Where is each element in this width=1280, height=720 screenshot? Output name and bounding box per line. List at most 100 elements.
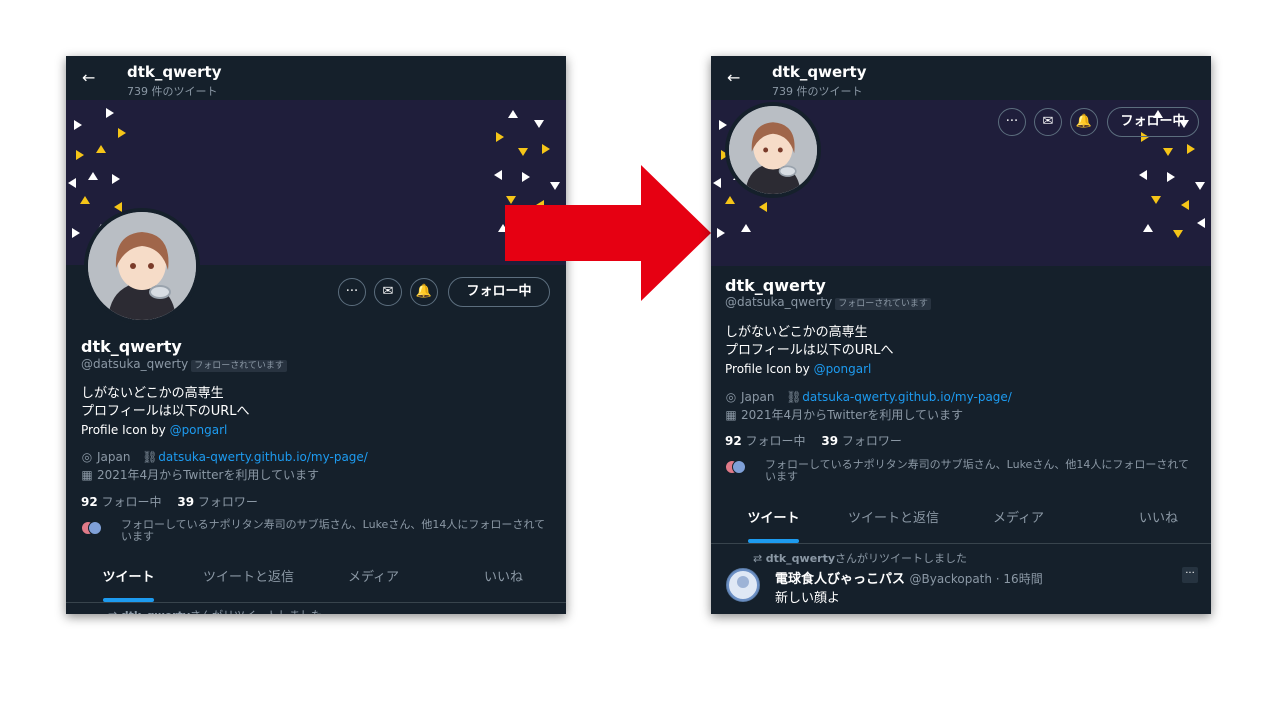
tweet-author-avatar[interactable] <box>724 566 762 604</box>
banner-triangle <box>112 174 120 184</box>
tab-media[interactable]: メディア <box>956 497 1081 543</box>
profile-name: dtk_qwerty <box>725 276 826 295</box>
followed-by-text[interactable]: フォローしているナポリタン寿司のサブ垢さん、Lukeさん、他14人にフォローされ… <box>121 519 551 543</box>
message-button[interactable]: ✉ <box>374 278 402 306</box>
banner-triangle <box>72 228 80 238</box>
banner-triangle <box>118 128 126 138</box>
more-options-button[interactable]: ··· <box>998 108 1026 136</box>
bio-mention-link[interactable]: @pongarl <box>170 423 228 437</box>
banner-triangle <box>741 224 751 232</box>
banner-triangle <box>725 196 735 204</box>
avatar[interactable] <box>725 102 821 198</box>
top-bar: ← dtk_qwerty 739 件のツイート <box>66 56 566 100</box>
banner-triangle <box>74 120 82 130</box>
following-link[interactable]: フォロー中 <box>102 495 162 509</box>
back-arrow-icon[interactable]: ← <box>82 68 95 87</box>
banner-triangle <box>68 178 76 188</box>
banner-triangle <box>114 202 122 212</box>
profile-name: dtk_qwerty <box>81 337 182 356</box>
tab-likes[interactable]: いいね <box>1096 497 1211 543</box>
tweet-count: 739 件のツイート <box>127 85 218 98</box>
banner-triangle <box>1181 200 1189 210</box>
back-arrow-icon[interactable]: ← <box>727 68 740 87</box>
location-icon: ◎ <box>81 450 93 464</box>
follows-you-badge: フォローされています <box>191 360 287 372</box>
location-icon: ◎ <box>725 390 737 404</box>
top-bar: ← dtk_qwerty 739 件のツイート <box>711 56 1211 100</box>
profile-screenshot-before: ← dtk_qwerty 739 件のツイート ··· ✉ 🔔 フォロー中 dt… <box>66 56 566 614</box>
profile-screenshot-after: ← dtk_qwerty 739 件のツイート ··· ✉ 🔔 フォロー中 dt… <box>711 56 1211 614</box>
followers-link[interactable]: フォロワー <box>842 434 902 448</box>
retweet-indicator: ⇄ dtk_qwertyさんがリツイートしました <box>753 552 968 565</box>
header-name: dtk_qwerty <box>772 63 867 81</box>
banner-triangle <box>1173 230 1183 238</box>
link-icon: ⛓ <box>142 450 158 464</box>
notification-bell-icon[interactable]: 🔔 <box>410 278 438 306</box>
following-button[interactable]: フォロー中 <box>1107 107 1199 137</box>
banner-triangle <box>496 132 504 142</box>
profile-meta: ◎ Japan ⛓datsuka-qwerty.github.io/my-page… <box>81 450 368 482</box>
banner-triangle <box>713 178 721 188</box>
profile-url-link[interactable]: datsuka-qwerty.github.io/my-page/ <box>158 450 368 464</box>
profile-tabs: ツイート ツイートと返信 メディア いいね <box>66 556 566 603</box>
profile-handle: @datsuka_qwerty フォローされています <box>81 357 287 372</box>
banner-triangle <box>508 110 518 118</box>
tweet-more-button[interactable]: ··· <box>1182 567 1198 583</box>
banner-triangle <box>1163 148 1173 156</box>
follower-avatar <box>88 521 102 535</box>
more-options-button[interactable]: ··· <box>338 278 366 306</box>
retweet-icon: ⇄ <box>753 552 763 565</box>
tweet-meta: @Byackopath · 16時間 <box>909 572 1043 586</box>
tweet-text: 新しい顔よ <box>775 591 841 606</box>
banner-triangle <box>1187 144 1195 154</box>
banner-triangle <box>1195 182 1205 190</box>
notification-bell-icon[interactable]: 🔔 <box>1070 108 1098 136</box>
message-button[interactable]: ✉ <box>1034 108 1062 136</box>
followers-link[interactable]: フォロワー <box>198 495 258 509</box>
tab-likes[interactable]: いいね <box>441 556 566 602</box>
profile-handle: @datsuka_qwerty フォローされています <box>725 295 931 310</box>
banner-triangle <box>1151 196 1161 204</box>
calendar-icon: ▦ <box>725 408 737 422</box>
followed-by-text[interactable]: フォローしているナポリタン寿司のサブ垢さん、Lukeさん、他14人にフォローされ… <box>765 459 1195 483</box>
following-button[interactable]: フォロー中 <box>448 277 550 307</box>
banner-triangle <box>1139 170 1147 180</box>
avatar[interactable] <box>84 208 200 324</box>
profile-meta: ◎ Japan ⛓datsuka-qwerty.github.io/my-page… <box>725 390 1012 422</box>
follower-avatar <box>732 460 746 474</box>
header-name: dtk_qwerty <box>127 63 222 81</box>
profile-tabs: ツイート ツイートと返信 メディア いいね <box>711 497 1211 544</box>
follows-you-badge: フォローされています <box>835 298 931 310</box>
follow-stats: 92 フォロー中 39 フォロワー <box>81 495 258 509</box>
profile-bio: しがないどこかの高専生 プロフィールは以下のURLへ Profile Icon … <box>725 325 894 376</box>
banner-triangle <box>96 145 106 153</box>
banner-triangle <box>1143 224 1153 232</box>
profile-url-link[interactable]: datsuka-qwerty.github.io/my-page/ <box>802 390 1012 404</box>
banner-triangle <box>719 120 727 130</box>
tweet-author[interactable]: 電球食人びゃっこパス @Byackopath · 16時間 <box>775 568 1043 587</box>
retweet-indicator: ⇄ dtk_qwertyさんがリツイートしました <box>108 607 322 614</box>
following-link[interactable]: フォロー中 <box>746 434 806 448</box>
banner-triangle <box>494 170 502 180</box>
banner-triangle <box>717 228 725 238</box>
calendar-icon: ▦ <box>81 468 93 482</box>
tab-tweets[interactable]: ツイート <box>711 497 836 543</box>
banner-triangle <box>759 202 767 212</box>
tweet-count: 739 件のツイート <box>772 85 863 98</box>
tab-tweets-replies[interactable]: ツイートと返信 <box>186 556 311 602</box>
banner-triangle <box>1197 218 1205 228</box>
banner-triangle <box>80 196 90 204</box>
banner-triangle <box>88 172 98 180</box>
banner-triangle <box>76 150 84 160</box>
tab-tweets[interactable]: ツイート <box>66 556 191 602</box>
banner-triangle <box>106 108 114 118</box>
link-icon: ⛓ <box>786 390 802 404</box>
banner-triangle <box>518 148 528 156</box>
tab-media[interactable]: メディア <box>311 556 436 602</box>
tab-tweets-replies[interactable]: ツイートと返信 <box>831 497 956 543</box>
banner-triangle <box>534 120 544 128</box>
bio-mention-link[interactable]: @pongarl <box>814 362 872 376</box>
profile-bio: しがないどこかの高専生 プロフィールは以下のURLへ Profile Icon … <box>81 386 250 437</box>
follow-stats: 92 フォロー中 39 フォロワー <box>725 434 902 448</box>
banner-triangle <box>542 144 550 154</box>
